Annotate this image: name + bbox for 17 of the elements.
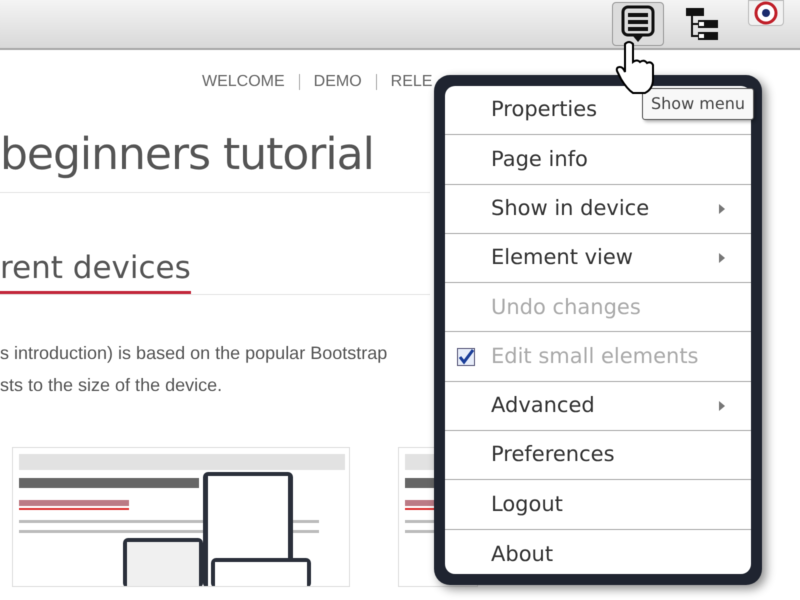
menu-item[interactable]: Logout — [445, 480, 751, 530]
menu-item[interactable]: Preferences — [445, 431, 751, 480]
nav-link[interactable]: WELCOME — [202, 70, 285, 94]
paragraph-text: s introduction) is based on the popular Bootstrap — [0, 342, 388, 365]
menu-item[interactable]: Advanced — [445, 382, 751, 432]
menu-item[interactable]: About — [445, 530, 751, 574]
menu-item[interactable]: Page info — [445, 135, 751, 185]
page-heading: beginners tutorial — [0, 128, 375, 182]
menu-item[interactable]: Element view — [445, 234, 751, 284]
menu-button[interactable] — [612, 2, 664, 46]
target-icon[interactable] — [748, 0, 784, 26]
paragraph-text: sts to the size of the device. — [0, 374, 222, 397]
section-heading: rent devices — [0, 245, 191, 294]
nav-link[interactable]: RELE — [390, 70, 432, 94]
tooltip: Show menu — [642, 88, 754, 120]
menu-item[interactable]: Show in device — [445, 184, 751, 234]
nav-link[interactable]: DEMO — [314, 70, 362, 94]
